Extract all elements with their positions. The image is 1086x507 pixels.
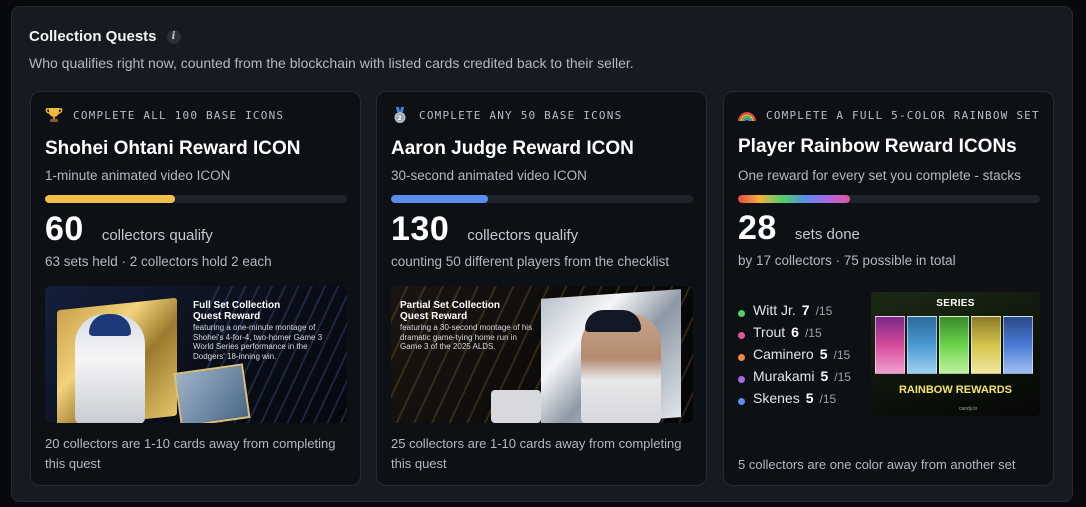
card-title: Player Rainbow Reward ICONs (738, 136, 1017, 157)
player-count: 5 (805, 390, 814, 406)
svg-text:2: 2 (397, 115, 402, 122)
player-name: Witt Jr. (753, 302, 796, 318)
player-total: /15 (819, 392, 837, 406)
progress-fill (45, 195, 175, 203)
color-dot-icon (738, 397, 745, 405)
image-headline: RAINBOW REWARDS (898, 384, 1013, 396)
player-row: Skenes 5/15 (738, 390, 851, 412)
player-total: /15 (815, 304, 833, 318)
stat-row: 60 collectors qualify (45, 210, 213, 249)
card-footer: 5 collectors are one color away from ano… (738, 457, 1016, 472)
player-name: Murakami (753, 368, 815, 384)
image-small-text: candy.io (959, 406, 978, 412)
quest-card-judge[interactable]: 2 COMPLETE ANY 50 BASE ICONS Aaron Judge… (376, 91, 707, 486)
player-name: Caminero (753, 346, 814, 362)
stat-label: collectors qualify (467, 227, 579, 244)
player-count: 6 (791, 324, 799, 340)
medal-icon: 2 (391, 106, 409, 124)
card-subtitle: One reward for every set you complete - … (738, 168, 1021, 183)
reward-preview-image: Full Set Collection Quest Reward featuri… (45, 286, 347, 423)
stat-label: sets done (794, 226, 860, 243)
image-body: featuring a one-minute montage of Shohei… (193, 323, 323, 361)
rainbow-icon (738, 106, 756, 124)
progress-bar (738, 195, 1040, 203)
color-dot-icon (738, 375, 745, 383)
trophy-icon (45, 106, 63, 124)
eyebrow-text: COMPLETE ALL 100 BASE ICONS (73, 108, 285, 122)
color-dot-icon (738, 331, 745, 339)
player-count: 5 (820, 368, 829, 384)
card-footer: 25 collectors are 1-10 cards away from c… (391, 436, 682, 471)
card-footer: 20 collectors are 1-10 cards away from c… (45, 436, 336, 471)
stat-detail: 63 sets held · 2 collectors hold 2 each (45, 254, 272, 269)
stat-row: 28 sets done (738, 209, 860, 248)
stat-value: 28 (738, 209, 777, 247)
image-heading: Partial Set Collection Quest Reward (400, 300, 501, 322)
stat-detail: by 17 collectors · 75 possible in total (738, 253, 956, 268)
player-name: Skenes (753, 390, 800, 406)
panel-title: Collection Quests (29, 28, 157, 45)
player-row: Murakami 5/15 (738, 368, 851, 390)
color-dot-icon (738, 309, 745, 317)
panel-title-row: Collection Quests i (29, 28, 181, 45)
player-total: /15 (833, 348, 851, 362)
reward-preview-image: Partial Set Collection Quest Reward feat… (391, 286, 693, 423)
card-eyebrow: 2 COMPLETE ANY 50 BASE ICONS (391, 106, 622, 124)
card-title: Aaron Judge Reward ICON (391, 138, 634, 159)
player-row: Witt Jr. 7/15 (738, 302, 851, 324)
collection-quests-panel: Collection Quests i Who qualifies right … (11, 6, 1073, 502)
eyebrow-text: COMPLETE A FULL 5-COLOR RAINBOW SET (766, 108, 1040, 122)
player-count: 5 (819, 346, 828, 362)
card-eyebrow: COMPLETE A FULL 5-COLOR RAINBOW SET (738, 106, 1040, 124)
player-total: /15 (804, 326, 822, 340)
player-row: Trout 6/15 (738, 324, 851, 346)
player-count: 7 (801, 302, 810, 318)
color-dot-icon (738, 353, 745, 361)
card-subtitle: 30-second animated video ICON (391, 168, 587, 183)
player-total: /15 (834, 370, 851, 384)
panel-subtitle: Who qualifies right now, counted from th… (29, 55, 634, 71)
progress-fill (738, 195, 850, 203)
rainbow-rewards-image: SERIES RAINBOW REWARDS candy.io (871, 292, 1040, 416)
stat-value: 60 (45, 210, 84, 248)
card-subtitle: 1-minute animated video ICON (45, 168, 231, 183)
quest-card-ohtani[interactable]: COMPLETE ALL 100 BASE ICONS Shohei Ohtan… (30, 91, 361, 486)
card-eyebrow: COMPLETE ALL 100 BASE ICONS (45, 106, 284, 124)
stat-detail: counting 50 different players from the c… (391, 254, 670, 269)
player-row: Caminero 5/15 (738, 346, 851, 368)
stat-label: collectors qualify (101, 227, 213, 244)
player-name: Trout (753, 324, 786, 340)
quest-card-rainbow[interactable]: COMPLETE A FULL 5-COLOR RAINBOW SET Play… (723, 91, 1054, 486)
image-heading: Full Set Collection Quest Reward (193, 300, 281, 322)
player-progress-list: Witt Jr. 7/15 Trout 6/15 Caminero 5/15 Murakam… (738, 302, 851, 412)
progress-fill (391, 195, 488, 203)
eyebrow-text: COMPLETE ANY 50 BASE ICONS (419, 108, 623, 122)
progress-bar (45, 195, 347, 203)
progress-bar (391, 195, 693, 203)
card-title: Shohei Ohtani Reward ICON (45, 138, 301, 159)
info-icon[interactable]: i (166, 29, 181, 44)
stat-row: 130 collectors qualify (391, 210, 578, 249)
image-series-label: SERIES (936, 298, 975, 309)
image-body: featuring a 30-second montage of his dra… (400, 323, 533, 351)
stat-value: 130 (391, 210, 450, 248)
